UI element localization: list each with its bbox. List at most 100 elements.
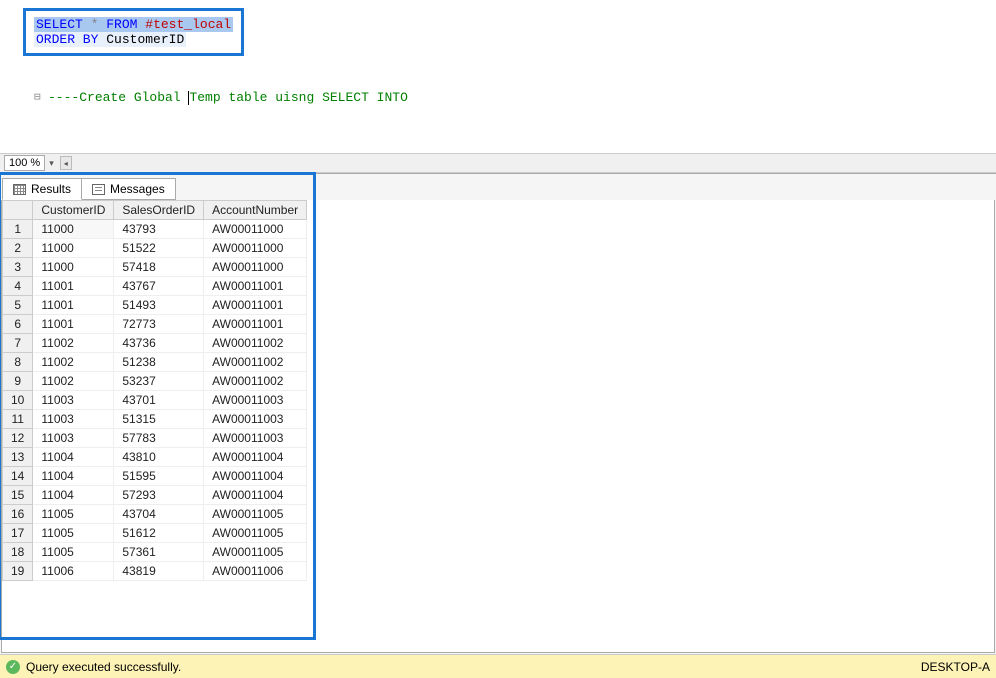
rownum-cell[interactable]: 9 (3, 372, 33, 391)
rownum-cell[interactable]: 12 (3, 429, 33, 448)
table-row[interactable]: 101100343701AW00011003 (3, 391, 307, 410)
data-cell[interactable]: 11006 (33, 562, 114, 581)
data-cell[interactable]: 11000 (33, 258, 114, 277)
data-cell[interactable]: 11004 (33, 467, 114, 486)
rownum-cell[interactable]: 17 (3, 524, 33, 543)
data-cell[interactable]: AW00011002 (204, 353, 307, 372)
rownum-cell[interactable]: 18 (3, 543, 33, 562)
table-row[interactable]: 81100251238AW00011002 (3, 353, 307, 372)
data-cell[interactable]: AW00011005 (204, 524, 307, 543)
data-cell[interactable]: 11005 (33, 543, 114, 562)
data-cell[interactable]: 11005 (33, 505, 114, 524)
data-cell[interactable]: AW00011003 (204, 429, 307, 448)
rownum-cell[interactable]: 16 (3, 505, 33, 524)
data-cell[interactable]: 43819 (114, 562, 204, 581)
data-cell[interactable]: 43793 (114, 220, 204, 239)
data-cell[interactable]: 72773 (114, 315, 204, 334)
data-cell[interactable]: 43736 (114, 334, 204, 353)
rownum-cell[interactable]: 6 (3, 315, 33, 334)
data-cell[interactable]: 11000 (33, 239, 114, 258)
col-header-accountnumber[interactable]: AccountNumber (204, 201, 307, 220)
rownum-cell[interactable]: 11 (3, 410, 33, 429)
table-row[interactable]: 121100357783AW00011003 (3, 429, 307, 448)
data-cell[interactable]: AW00011000 (204, 258, 307, 277)
table-row[interactable]: 151100457293AW00011004 (3, 486, 307, 505)
data-cell[interactable]: AW00011000 (204, 239, 307, 258)
data-cell[interactable]: 11001 (33, 277, 114, 296)
rownum-cell[interactable]: 1 (3, 220, 33, 239)
rownum-cell[interactable]: 14 (3, 467, 33, 486)
data-cell[interactable]: 43704 (114, 505, 204, 524)
data-cell[interactable]: 11003 (33, 410, 114, 429)
rownum-header[interactable] (3, 201, 33, 220)
data-cell[interactable]: AW00011000 (204, 220, 307, 239)
table-row[interactable]: 131100443810AW00011004 (3, 448, 307, 467)
zoom-dropdown-icon[interactable]: ▾ (49, 158, 54, 169)
data-cell[interactable]: AW00011005 (204, 543, 307, 562)
data-cell[interactable]: 51315 (114, 410, 204, 429)
table-row[interactable]: 111100351315AW00011003 (3, 410, 307, 429)
table-row[interactable]: 21100051522AW00011000 (3, 239, 307, 258)
data-cell[interactable]: AW00011002 (204, 372, 307, 391)
data-cell[interactable]: 43810 (114, 448, 204, 467)
data-cell[interactable]: 53237 (114, 372, 204, 391)
data-cell[interactable]: 51238 (114, 353, 204, 372)
data-cell[interactable]: 11003 (33, 429, 114, 448)
data-cell[interactable]: 51612 (114, 524, 204, 543)
rownum-cell[interactable]: 2 (3, 239, 33, 258)
col-header-salesorderid[interactable]: SalesOrderID (114, 201, 204, 220)
rownum-cell[interactable]: 15 (3, 486, 33, 505)
data-cell[interactable]: AW00011006 (204, 562, 307, 581)
results-grid[interactable]: CustomerID SalesOrderID AccountNumber 11… (2, 200, 307, 581)
data-cell[interactable]: 11004 (33, 486, 114, 505)
data-cell[interactable]: AW00011004 (204, 467, 307, 486)
table-row[interactable]: 171100551612AW00011005 (3, 524, 307, 543)
data-cell[interactable]: AW00011001 (204, 277, 307, 296)
data-cell[interactable]: 11001 (33, 315, 114, 334)
data-cell[interactable]: 43701 (114, 391, 204, 410)
rownum-cell[interactable]: 19 (3, 562, 33, 581)
table-row[interactable]: 31100057418AW00011000 (3, 258, 307, 277)
scroll-left-icon[interactable]: ◂ (60, 156, 72, 170)
table-row[interactable]: 61100172773AW00011001 (3, 315, 307, 334)
rownum-cell[interactable]: 13 (3, 448, 33, 467)
data-cell[interactable]: 51522 (114, 239, 204, 258)
table-row[interactable]: 11100043793AW00011000 (3, 220, 307, 239)
table-row[interactable]: 161100543704AW00011005 (3, 505, 307, 524)
data-cell[interactable]: AW00011004 (204, 486, 307, 505)
table-row[interactable]: 191100643819AW00011006 (3, 562, 307, 581)
col-header-customerid[interactable]: CustomerID (33, 201, 114, 220)
table-row[interactable]: 51100151493AW00011001 (3, 296, 307, 315)
table-row[interactable]: 141100451595AW00011004 (3, 467, 307, 486)
sql-editor[interactable]: ⊟ SELECT * FROM #test_local ORDER BY Cus… (0, 0, 996, 153)
data-cell[interactable]: 11005 (33, 524, 114, 543)
tab-messages[interactable]: Messages (81, 178, 176, 200)
data-cell[interactable]: 57783 (114, 429, 204, 448)
rownum-cell[interactable]: 4 (3, 277, 33, 296)
results-grid-container[interactable]: CustomerID SalesOrderID AccountNumber 11… (1, 200, 995, 653)
rownum-cell[interactable]: 5 (3, 296, 33, 315)
data-cell[interactable]: AW00011001 (204, 296, 307, 315)
zoom-select[interactable]: 100 % (4, 155, 45, 171)
data-cell[interactable]: AW00011005 (204, 505, 307, 524)
rownum-cell[interactable]: 7 (3, 334, 33, 353)
data-cell[interactable]: 51493 (114, 296, 204, 315)
data-cell[interactable]: 11003 (33, 391, 114, 410)
table-row[interactable]: 181100557361AW00011005 (3, 543, 307, 562)
rownum-cell[interactable]: 10 (3, 391, 33, 410)
tab-results[interactable]: Results (2, 178, 82, 200)
data-cell[interactable]: 57293 (114, 486, 204, 505)
data-cell[interactable]: 43767 (114, 277, 204, 296)
data-cell[interactable]: 11004 (33, 448, 114, 467)
data-cell[interactable]: 11002 (33, 353, 114, 372)
data-cell[interactable]: AW00011001 (204, 315, 307, 334)
rownum-cell[interactable]: 3 (3, 258, 33, 277)
table-row[interactable]: 41100143767AW00011001 (3, 277, 307, 296)
data-cell[interactable]: AW00011003 (204, 410, 307, 429)
data-cell[interactable]: AW00011003 (204, 391, 307, 410)
data-cell[interactable]: 51595 (114, 467, 204, 486)
collapse-icon[interactable]: ⊟ (34, 90, 41, 104)
data-cell[interactable]: AW00011002 (204, 334, 307, 353)
rownum-cell[interactable]: 8 (3, 353, 33, 372)
data-cell[interactable]: AW00011004 (204, 448, 307, 467)
